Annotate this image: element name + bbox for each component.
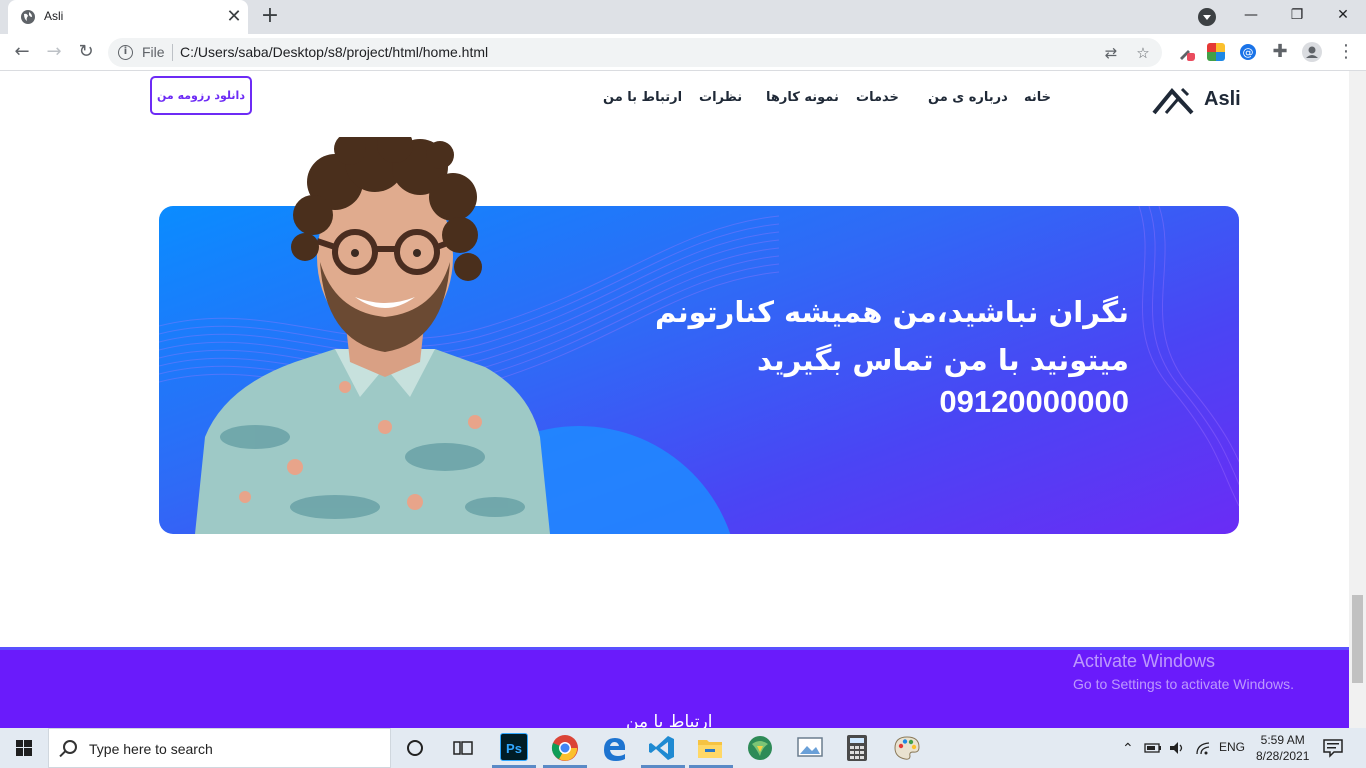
nav-link-contact[interactable]: ارتباط با من (603, 90, 682, 105)
browser-toolbar: ← → ↻ i File C:/Users/saba/Desktop/s8/pr… (0, 34, 1366, 71)
task-view-icon[interactable] (453, 739, 473, 757)
wifi-icon[interactable] (1194, 740, 1212, 756)
logo-text: Asli (1204, 88, 1241, 110)
banner-line-2: میتونید با من تماس بگیرید (756, 343, 1129, 377)
info-icon[interactable]: i (118, 45, 133, 60)
url-text[interactable]: C:/Users/saba/Desktop/s8/project/html/ho… (180, 44, 488, 60)
cortana-icon[interactable] (406, 739, 424, 757)
site-logo[interactable]: Asli (1150, 79, 1250, 119)
nav-link-about[interactable]: درباره ی من (928, 90, 1008, 105)
language-indicator[interactable]: ENG (1219, 740, 1245, 754)
divider (172, 44, 173, 61)
forward-arrow-icon[interactable]: → (42, 40, 66, 64)
eyedropper-extension-icon[interactable] (1177, 43, 1195, 61)
taskbar-search-box[interactable]: Type here to search (48, 728, 391, 768)
activate-windows-watermark: Activate Windows Go to Settings to activ… (1073, 651, 1294, 692)
page-scrollbar[interactable] (1349, 71, 1366, 728)
tab-title: Asli (44, 9, 64, 23)
calculator-icon[interactable] (845, 734, 869, 762)
chrome-icon[interactable] (550, 733, 580, 763)
person-photo (195, 137, 550, 534)
battery-icon[interactable] (1144, 741, 1162, 755)
banner-line-1: نگران نباشید،من همیشه کنارتونم (654, 295, 1129, 329)
footer-title: ارتباط با من (626, 712, 713, 728)
close-tab-icon[interactable]: ✕ (224, 7, 244, 27)
new-tab-button[interactable]: + (258, 5, 282, 29)
minimize-button[interactable]: — (1228, 0, 1274, 30)
search-placeholder: Type here to search (89, 741, 213, 757)
back-arrow-icon[interactable]: ← (10, 40, 34, 64)
vscode-icon[interactable] (648, 734, 676, 762)
clock-time: 5:59 AM (1260, 733, 1305, 747)
translate-icon[interactable]: ⇄ (1101, 43, 1121, 63)
tab-search-icon[interactable] (1198, 8, 1216, 26)
colorful-extension-icon[interactable] (1207, 43, 1225, 61)
profile-avatar-icon[interactable] (1302, 42, 1322, 62)
edge-icon[interactable] (600, 734, 628, 762)
clock-date: 8/28/2021 (1256, 749, 1310, 763)
photos-app-icon[interactable] (796, 735, 824, 761)
scrollbar-thumb[interactable] (1352, 595, 1363, 683)
nav-link-portfolio[interactable]: نمونه کارها (766, 90, 839, 105)
watermark-line-2: Go to Settings to activate Windows. (1073, 676, 1294, 692)
system-clock[interactable]: 5:59 AM 8/28/2021 (1256, 732, 1309, 764)
svg-text:@: @ (1243, 46, 1254, 59)
site-header: Asli خانه درباره ی من خدمات نمونه کارها … (0, 71, 1349, 131)
browser-tab[interactable]: Asli ✕ (8, 0, 248, 34)
phone-number: 09120000000 (939, 384, 1129, 419)
notification-center-icon[interactable] (1322, 738, 1344, 758)
nav-link-services[interactable]: خدمات (856, 90, 899, 105)
file-explorer-icon[interactable] (697, 736, 723, 760)
photoshop-icon[interactable]: Ps (500, 733, 528, 761)
paint-palette-icon[interactable] (893, 734, 921, 762)
chevron-up-icon[interactable]: ⌃ (1122, 740, 1134, 757)
file-label: File (142, 44, 165, 60)
restore-button[interactable]: ❐ (1274, 0, 1320, 30)
windows-start-icon[interactable] (0, 728, 48, 768)
star-icon[interactable]: ☆ (1133, 43, 1153, 63)
puzzle-extensions-icon[interactable]: ✚ (1268, 40, 1292, 64)
nav-link-reviews[interactable]: نظرات (699, 90, 742, 105)
speaker-icon[interactable] (1168, 740, 1186, 756)
at-sign-extension-icon[interactable]: @ (1239, 43, 1257, 61)
address-bar[interactable]: i File C:/Users/saba/Desktop/s8/project/… (108, 38, 1162, 67)
close-window-button[interactable]: ✕ (1320, 0, 1366, 30)
logo-mountain-icon (1152, 87, 1194, 115)
tab-strip: Asli ✕ + — ❐ ✕ (0, 0, 1366, 34)
windows-taskbar: Type here to search Ps ⌃ ENG 5:59 AM 8/2… (0, 728, 1366, 768)
search-icon (63, 740, 77, 754)
watermark-line-1: Activate Windows (1073, 651, 1216, 671)
download-cv-button[interactable]: دانلود رزومه من (150, 76, 252, 115)
globe-icon (21, 10, 35, 24)
menu-kebab-icon[interactable]: ⋮ (1334, 40, 1358, 64)
page-viewport: Asli خانه درباره ی من خدمات نمونه کارها … (0, 71, 1349, 728)
internet-download-manager-icon[interactable] (746, 734, 774, 762)
banner-headline: نگران نباشید،من همیشه کنارتونم میتونید ب… (529, 288, 1129, 384)
reload-icon[interactable]: ↻ (74, 40, 98, 64)
nav-link-home[interactable]: خانه (1024, 90, 1051, 105)
